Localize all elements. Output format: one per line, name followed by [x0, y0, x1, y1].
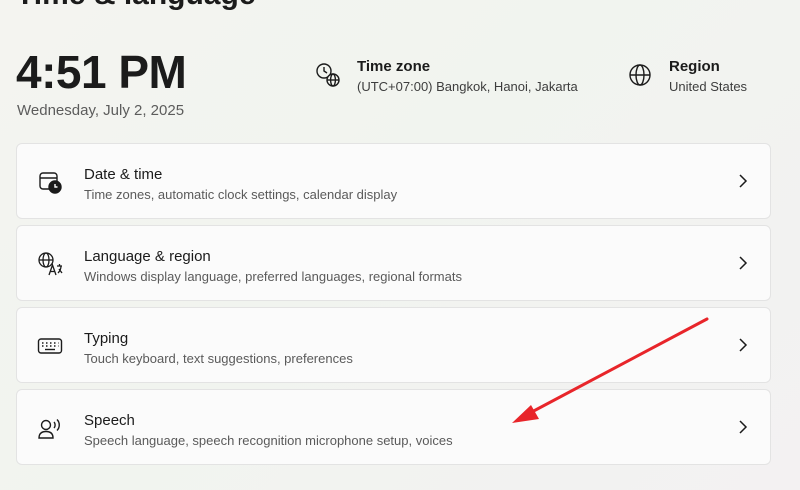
settings-item-title: Typing: [84, 330, 129, 347]
clock-date: Wednesday, July 2, 2025: [17, 102, 185, 119]
chevron-right-icon: [739, 338, 748, 352]
settings-item-speech[interactable]: Speech Speech language, speech recogniti…: [16, 389, 771, 465]
time-zone-label: Time zone: [357, 58, 431, 75]
settings-item-title: Language & region: [84, 248, 211, 265]
settings-item-title: Date & time: [84, 166, 163, 183]
clock-globe-icon: [316, 63, 340, 87]
chevron-right-icon: [739, 420, 748, 434]
settings-item-subtitle: Time zones, automatic clock settings, ca…: [84, 187, 398, 202]
settings-item-title: Speech: [84, 412, 135, 429]
globe-icon: [629, 64, 651, 86]
speech-icon: [38, 419, 60, 439]
settings-item-language-region[interactable]: Language & region Windows display langua…: [16, 225, 771, 301]
time-zone-value: (UTC+07:00) Bangkok, Hanoi, Jakarta: [357, 79, 578, 94]
chevron-right-icon: [739, 174, 748, 188]
page-title: Time & language: [16, 0, 256, 12]
region-summary[interactable]: Region United States: [627, 57, 747, 94]
settings-item-typing[interactable]: Typing Touch keyboard, text suggestions,…: [16, 307, 771, 383]
region-value: United States: [669, 79, 748, 94]
settings-item-subtitle: Speech language, speech recognition micr…: [84, 433, 453, 448]
clock-time: 4:51 PM: [16, 46, 187, 98]
settings-item-date-time[interactable]: Date & time Time zones, automatic clock …: [16, 143, 771, 219]
settings-item-subtitle: Touch keyboard, text suggestions, prefer…: [84, 351, 353, 366]
time-zone-summary[interactable]: Time zone (UTC+07:00) Bangkok, Hanoi, Ja…: [315, 57, 578, 94]
chevron-right-icon: [739, 256, 748, 270]
calendar-clock-icon: [39, 172, 62, 194]
settings-item-subtitle: Windows display language, preferred lang…: [84, 269, 462, 284]
region-label: Region: [669, 58, 720, 75]
language-icon: [38, 252, 63, 276]
keyboard-icon: [37, 338, 63, 354]
